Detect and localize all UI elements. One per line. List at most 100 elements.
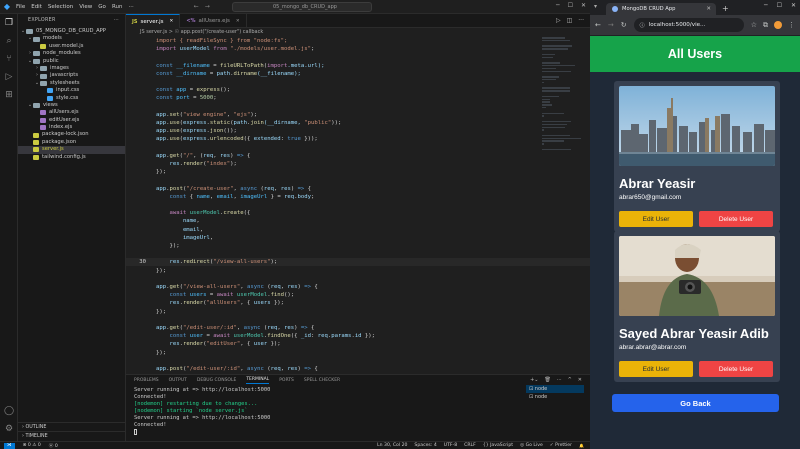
terminal-session-item[interactable]: ⊡ node — [526, 393, 584, 401]
close-panel-icon[interactable]: ✕ — [578, 377, 582, 383]
panel-tab[interactable]: DEBUG CONSOLE — [197, 378, 236, 383]
chrome-menu-icon[interactable]: ⋮ — [788, 21, 795, 29]
file-tree-item[interactable]: style.css — [18, 95, 125, 102]
file-tree-item[interactable]: tailwind.config.js — [18, 154, 125, 161]
menu-item[interactable]: Run — [112, 4, 123, 10]
delete-user-button[interactable]: Delete User — [699, 361, 773, 377]
close-tab-icon[interactable]: ✕ — [170, 19, 174, 24]
file-tree-item[interactable]: input.css — [18, 87, 125, 94]
reload-icon[interactable]: ↻ — [621, 21, 627, 29]
file-tree-item[interactable]: › node_modules — [18, 50, 125, 57]
explorer-icon[interactable]: ❐ — [4, 18, 14, 28]
panel-tab[interactable]: PROBLEMS — [134, 378, 159, 383]
breadcrumb[interactable]: JS server.js > ☉ app.post("/create-user"… — [126, 28, 590, 37]
maximize-icon[interactable]: ☐ — [777, 2, 782, 9]
profile-avatar[interactable] — [774, 21, 782, 29]
file-tree-item[interactable]: index.ejs — [18, 124, 125, 131]
minimap[interactable] — [542, 37, 582, 374]
source-control-icon[interactable]: ⑂ — [4, 54, 14, 64]
star-icon[interactable]: ☆ — [751, 21, 757, 29]
back-icon[interactable]: ← — [595, 21, 601, 29]
file-tree-item[interactable]: package.json — [18, 139, 125, 146]
code-token: join — [250, 120, 264, 126]
site-info-icon[interactable]: ⓘ — [640, 22, 645, 29]
extensions-icon[interactable]: ⊞ — [4, 90, 14, 100]
extensions-icon[interactable]: ⧉ — [763, 21, 768, 30]
edit-user-button[interactable]: Edit User — [619, 361, 693, 377]
status-item[interactable]: CRLF — [464, 443, 476, 448]
file-tree-item[interactable]: ⌄ views — [18, 102, 125, 109]
panel-tab[interactable]: OUTPUT — [169, 378, 187, 383]
close-tab-icon[interactable]: ✕ — [236, 19, 240, 24]
tab-search-icon[interactable]: ▾ — [594, 3, 597, 10]
split-editor-icon[interactable]: ◫ — [567, 17, 573, 24]
code-editor[interactable]: import { readFileSync } from "node:fs"; i… — [126, 37, 590, 374]
menu-item[interactable]: File — [16, 4, 25, 10]
account-icon[interactable]: ◯ — [4, 406, 14, 416]
editor-tab[interactable]: JS server.js ✕ — [126, 14, 181, 28]
maximize-icon[interactable]: ☐ — [568, 2, 573, 9]
delete-user-button[interactable]: Delete User — [699, 211, 773, 227]
more-icon[interactable]: ··· — [557, 377, 562, 383]
remote-icon[interactable]: ⋊ — [4, 442, 15, 449]
file-tree-item[interactable]: › javascripts — [18, 72, 125, 79]
file-tree-item[interactable]: editUser.ejs — [18, 117, 125, 124]
status-item[interactable]: Ln 30, Col 20 — [377, 443, 407, 448]
file-tree-item[interactable]: ⌄ stylesheets — [18, 80, 125, 87]
menu-item[interactable]: ··· — [128, 4, 133, 10]
close-icon[interactable]: ✕ — [581, 2, 586, 9]
terminal-output[interactable]: Server running at => http://localhost:50… — [134, 387, 524, 436]
file-tree-item[interactable]: ⌄ 05_MONGO_DB_CRUD_APP — [18, 28, 125, 35]
browser-tab[interactable]: MongoDB CRUD App ✕ — [606, 3, 716, 15]
go-back-button[interactable]: Go Back — [612, 394, 779, 412]
more-actions-icon[interactable]: ··· — [114, 14, 119, 28]
menu-item[interactable]: Selection — [48, 4, 73, 10]
file-tree-item[interactable]: ⌄ public — [18, 58, 125, 65]
file-tree-item[interactable]: server.js — [18, 146, 125, 154]
more-icon[interactable]: ··· — [578, 17, 584, 24]
status-item[interactable]: Spaces: 4 — [414, 443, 436, 448]
bell-icon[interactable]: 🔔 — [579, 443, 584, 448]
panel-tab[interactable]: PORTS — [279, 378, 294, 383]
status-item[interactable]: {} JavaScript — [483, 443, 513, 448]
close-icon[interactable]: ✕ — [791, 2, 796, 9]
forward-arrow-icon[interactable]: → — [205, 3, 210, 10]
maximize-panel-icon[interactable]: ^ — [568, 377, 572, 383]
menu-item[interactable]: Go — [98, 4, 106, 10]
status-item[interactable]: ⊗ 0 ⚠ 0 — [23, 443, 41, 449]
close-tab-icon[interactable]: ✕ — [706, 6, 711, 12]
status-item[interactable]: ◎ Go Live — [520, 443, 543, 448]
minimize-icon[interactable]: ─ — [764, 2, 768, 9]
timeline-section[interactable]: › TIMELINE — [18, 431, 126, 440]
run-icon[interactable]: ▷ — [556, 17, 561, 24]
forward-icon[interactable]: → — [608, 21, 614, 29]
edit-user-button[interactable]: Edit User — [619, 211, 693, 227]
status-item[interactable]: UTF-8 — [444, 443, 457, 448]
search-icon[interactable]: ⌕ — [4, 36, 14, 46]
menu-item[interactable]: Edit — [31, 4, 42, 10]
address-bar[interactable]: ⓘ localhost:5000/vie... — [633, 18, 744, 32]
file-tree-item[interactable]: › images — [18, 65, 125, 72]
minimize-icon[interactable]: ─ — [556, 2, 560, 9]
run-debug-icon[interactable]: ▷ — [4, 72, 14, 82]
file-tree-item[interactable]: allUsers.ejs — [18, 109, 125, 116]
new-terminal-icon[interactable]: +⌄ — [530, 377, 538, 383]
menu-item[interactable]: View — [79, 4, 92, 10]
outline-section[interactable]: › OUTLINE — [18, 422, 126, 431]
back-arrow-icon[interactable]: ← — [194, 3, 199, 10]
terminal-cursor — [134, 429, 524, 436]
status-item[interactable]: ⓦ 0 — [49, 443, 58, 449]
file-tree-item[interactable]: ⌄ models — [18, 35, 125, 42]
command-center-search[interactable]: 05_mongo_db_CRUD_app — [232, 2, 372, 12]
file-tree-item[interactable]: package-lock.json — [18, 131, 125, 138]
panel-tab[interactable]: SPELL CHECKER — [304, 378, 340, 383]
new-tab-icon[interactable]: + — [722, 4, 729, 13]
trash-icon[interactable]: 🗑 — [544, 377, 550, 383]
terminal-session-item[interactable]: ⊡ node — [526, 385, 584, 393]
status-item[interactable]: ✓ Prettier — [550, 443, 572, 448]
file-tree-item[interactable]: user.model.js — [18, 43, 125, 50]
editor-tab[interactable]: <% allUsers.ejs ✕ — [180, 14, 247, 28]
panel-tab[interactable]: TERMINAL — [246, 377, 270, 384]
gear-icon[interactable]: ⚙ — [4, 424, 14, 434]
